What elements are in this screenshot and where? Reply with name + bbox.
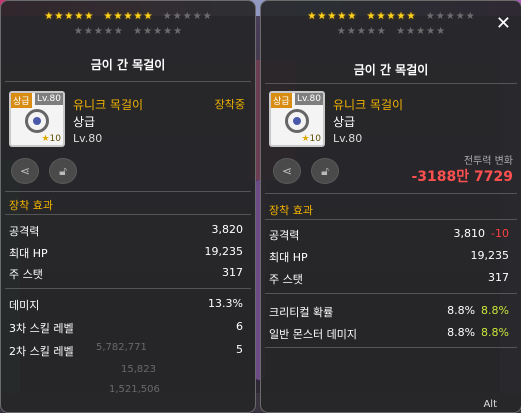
close-icon[interactable]: ✕ [496,13,511,34]
stat-value: 3,810 -10 [453,227,509,240]
divider [265,83,517,84]
stat-label: 공격력 [269,229,300,242]
stat-value: 13.3% [208,297,243,310]
bg-number: 5,782,771 [96,342,147,353]
stat-value: 19,235 [470,249,510,262]
stat-label: 2차 스킬 레벨 [9,345,74,358]
divider [5,81,251,82]
divider [265,347,517,348]
necklace-icon [25,109,49,133]
star-force-row: ★★★★★ ★★★★★ ★★★★★ ★★★★★ ★★★★★ [307,11,475,37]
stat-label: 주 스탯 [9,268,43,281]
stat-label: 크리티컬 확률 [269,306,334,319]
lock-button[interactable]: 🔓︎ [311,158,339,184]
necklace-icon [285,109,309,133]
item-grade: 상급 [333,115,356,129]
compare-item-tooltip: ★★★★★ ★★★★★ ★★★★★ ★★★★★ ★★★★★ ✕ 금이 간 목걸이… [260,0,521,413]
stat-row: 주 스탯 317 [5,264,251,282]
stat-value: 8.8% 8.8% [447,304,509,317]
level-tag: Lv.80 [35,93,63,105]
bg-number: 15,823 [121,364,156,375]
stat-value: 317 [222,266,243,279]
stat-row: 크리티컬 확률 8.8% 8.8% [265,302,517,320]
lock-button[interactable]: 🔓︎ [49,158,77,184]
divider [265,293,517,294]
item-icon: 상급 Lv.80 ★10 [9,91,65,147]
power-change-label: 전투력 변화 [463,156,513,167]
stat-row: 최대 HP 19,235 [265,247,517,265]
stat-diff: -10 [491,227,509,240]
rank-tag: 상급 [271,93,292,108]
item-title: 금이 간 목걸이 [353,63,429,77]
item-level: Lv.80 [73,132,103,145]
divider [265,219,517,220]
stat-diff: 8.8% [481,326,509,339]
item-rarity-name: 유니크 목걸이 [73,98,144,112]
divider [265,193,517,194]
lock-icon: 🔓︎ [59,163,67,178]
stat-diff: 8.8% [481,304,509,317]
share-button[interactable]: ⋖ [273,158,301,184]
item-rarity-name: 유니크 목걸이 [333,98,404,112]
equipped-item-tooltip: ★★★★★ ★★★★★ ★★★★★ ★★★★★ ★★★★★ 금이 간 목걸이 상… [0,0,256,413]
lock-icon: 🔓︎ [321,163,329,178]
stat-value: 317 [488,271,509,284]
alt-key-hint: Alt [483,399,497,410]
share-button[interactable]: ⋖ [11,158,39,184]
stat-row: 주 스탯 317 [265,269,517,287]
stat-label: 최대 HP [269,251,308,264]
stat-row: 공격력 3,810 -10 [265,225,517,243]
stat-value: 5 [236,343,243,356]
stat-label: 최대 HP [9,247,48,260]
share-icon: ⋖ [281,164,293,178]
bg-number: 1,521,506 [109,384,160,395]
stat-value: 3,820 [211,223,244,236]
item-title: 금이 간 목걸이 [90,58,166,72]
rank-tag: 상급 [11,93,32,108]
stat-row: 공격력 3,820 [5,221,251,239]
star-count-tag: ★10 [301,134,321,144]
stat-row: 3차 스킬 레벨 6 [5,318,251,336]
stat-label: 데미지 [9,299,40,312]
stat-label: 주 스탯 [269,273,303,286]
divider [5,191,251,192]
item-icon: 상급 Lv.80 ★10 [269,91,325,147]
power-change-value: -3188만 7729 [411,169,514,185]
stat-value: 8.8% 8.8% [447,326,509,339]
star-count-tag: ★10 [41,134,61,144]
level-tag: Lv.80 [295,93,323,105]
share-icon: ⋖ [19,164,31,178]
stat-value: 6 [236,320,243,333]
item-grade: 상급 [73,115,96,129]
divider [5,214,251,215]
stat-row: 데미지 13.3% [5,295,251,313]
stat-value: 19,235 [204,245,244,258]
section-title: 장착 효과 [9,199,53,212]
stat-row: 일반 몬스터 데미지 8.8% 8.8% [265,324,517,342]
star-force-row: ★★★★★ ★★★★★ ★★★★★ ★★★★★ ★★★★★ [44,11,212,37]
stat-label: 3차 스킬 레벨 [9,322,74,335]
item-level: Lv.80 [333,132,363,145]
section-title: 장착 효과 [269,204,313,217]
divider [5,288,251,289]
stat-row: 최대 HP 19,235 [5,243,251,261]
equipped-status: 장착중 [214,98,245,111]
stat-label: 일반 몬스터 데미지 [269,328,357,341]
stat-label: 공격력 [9,225,40,238]
